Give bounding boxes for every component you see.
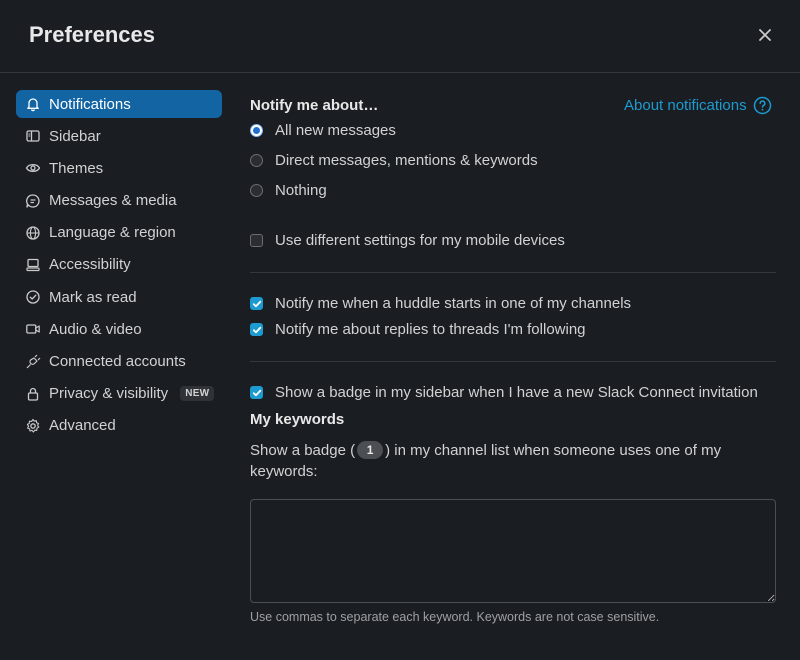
checkbox[interactable] [250,297,263,310]
slack-connect-badge-option[interactable]: Show a badge in my sidebar when I have a… [250,384,758,401]
sidebar-item-connected-accounts[interactable]: Connected accounts [16,348,222,376]
divider [250,272,776,273]
keywords-heading: My keywords [250,411,345,428]
sidebar-item-themes[interactable]: Themes [16,154,222,182]
eye-icon [25,160,41,176]
sidebar-item-label: Messages & media [49,192,177,210]
checkmark-icon [252,389,261,396]
sidebar-item-advanced[interactable]: Advanced [16,412,222,440]
bell-icon [25,96,41,112]
radio-nothing[interactable]: Nothing [250,182,327,199]
checkbox[interactable] [250,234,263,247]
lock-icon [25,386,41,402]
sidebar-icon [25,128,41,144]
keywords-description: Show a badge (1) in my channel list when… [250,440,750,482]
keywords-hint: Use commas to separate each keyword. Key… [250,610,660,624]
checkbox-label: Notify me about replies to threads I'm f… [275,321,586,338]
sidebar-item-mark-as-read[interactable]: Mark as read [16,283,222,311]
checkbox[interactable] [250,323,263,336]
notify-heading: Notify me about… [250,97,379,114]
radio-label: All new messages [275,122,396,139]
about-notifications-link[interactable]: About notifications [624,96,772,115]
sidebar-item-language-region[interactable]: Language & region [16,219,222,247]
sidebar-item-privacy-visibility[interactable]: Privacy & visibility NEW [16,380,222,408]
about-notifications-label: About notifications [624,97,747,114]
new-badge: NEW [180,386,215,402]
dialog-title: Preferences [29,22,155,47]
checkbox-label: Show a badge in my sidebar when I have a… [275,384,758,401]
globe-icon [25,225,41,241]
sidebar-item-label: Privacy & visibility [49,385,169,403]
close-button[interactable] [752,22,778,48]
huddle-notify-option[interactable]: Notify me when a huddle starts in one of… [250,295,631,312]
check-circle-icon [25,289,41,305]
sidebar-item-label: Language & region [49,224,176,242]
close-icon [759,29,771,41]
checkbox[interactable] [250,386,263,399]
checkbox-label: Use different settings for my mobile dev… [275,232,565,249]
keywords-input[interactable] [250,499,776,603]
radio-all-messages[interactable]: All new messages [250,122,396,139]
keywords-text-before: Show a badge ( [250,442,356,459]
count-badge: 1 [357,441,384,459]
message-icon [25,193,41,209]
radio-label: Direct messages, mentions & keywords [275,152,538,169]
sidebar-item-label: Audio & video [49,320,142,338]
help-icon [753,96,772,115]
checkmark-icon [252,300,261,307]
radio-button[interactable] [250,124,263,137]
gear-icon [25,418,41,434]
sidebar-item-label: Themes [49,159,104,177]
checkbox-label: Notify me when a huddle starts in one of… [275,295,632,312]
radio-direct-mentions-keywords[interactable]: Direct messages, mentions & keywords [250,152,538,169]
dialog-header: Preferences [0,0,800,73]
sidebar-item-accessibility[interactable]: Accessibility [16,251,222,279]
sidebar-item-label: Advanced [49,417,116,435]
radio-button[interactable] [250,184,263,197]
keyboard-icon [25,257,41,273]
sidebar-item-audio-video[interactable]: Audio & video [16,315,222,343]
radio-button[interactable] [250,154,263,167]
mobile-settings-option[interactable]: Use different settings for my mobile dev… [250,232,565,249]
sidebar-item-sidebar[interactable]: Sidebar [16,122,222,150]
sidebar-item-notifications[interactable]: Notifications [16,90,222,118]
sidebar-item-label: Connected accounts [49,353,186,370]
plug-icon [25,354,41,370]
sidebar-item-label: Sidebar [49,127,101,145]
thread-replies-option[interactable]: Notify me about replies to threads I'm f… [250,321,586,338]
video-icon [25,321,41,337]
sidebar-item-label: Accessibility [49,256,131,274]
preferences-sidebar: Notifications Sidebar Themes Messages & … [16,90,222,444]
sidebar-item-messages-media[interactable]: Messages & media [16,187,222,215]
checkmark-icon [252,326,261,333]
sidebar-item-label: Notifications [49,95,131,113]
divider [250,361,776,362]
sidebar-item-label: Mark as read [49,288,137,306]
radio-label: Nothing [275,182,327,199]
